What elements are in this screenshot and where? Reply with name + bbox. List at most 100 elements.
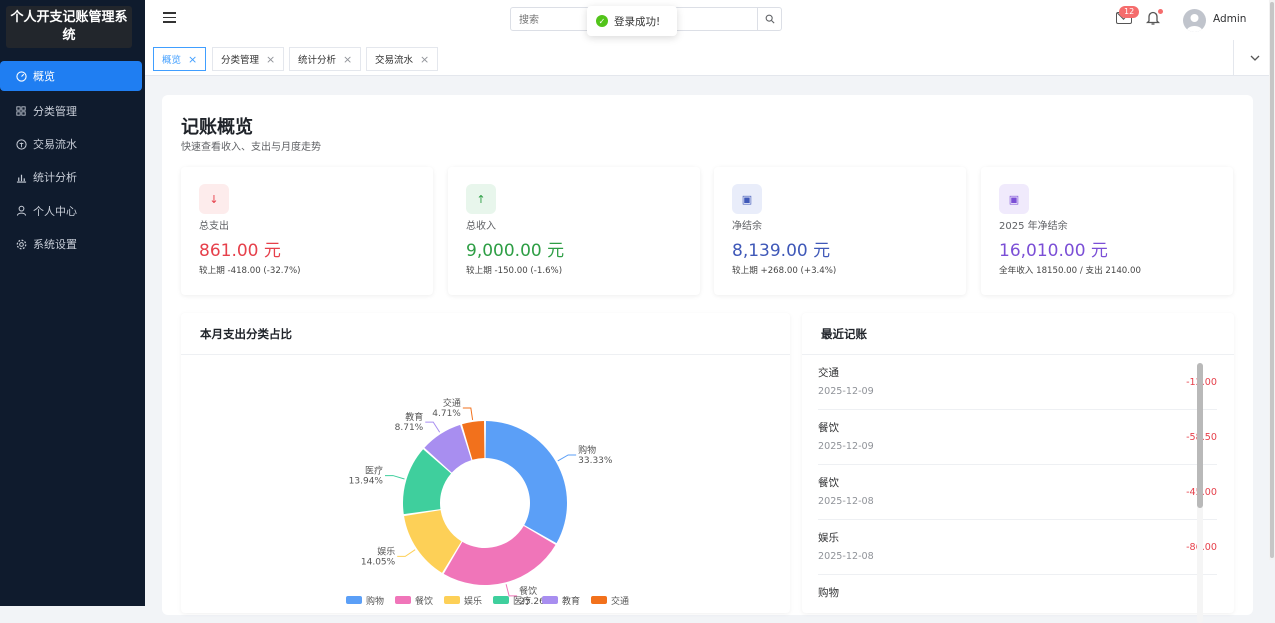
tab-statistics[interactable]: 统计分析 ×: [289, 47, 362, 71]
list-item[interactable]: 餐饮2025-12-08-45.00: [818, 465, 1217, 520]
list-scrollbar[interactable]: [1197, 363, 1203, 623]
recent-records-section: 最近记账 交通2025-12-09-12.00 餐饮2025-12-09-58.…: [802, 313, 1234, 623]
list-item[interactable]: 交通2025-12-09-12.00: [818, 355, 1217, 410]
recent-records-list: 交通2025-12-09-12.00 餐饮2025-12-09-58.50 餐饮…: [802, 355, 1234, 613]
pie-label-line: [505, 584, 518, 597]
pie-percent-label: 4.71%: [432, 409, 461, 419]
list-item[interactable]: 购物: [818, 575, 1217, 613]
tab-overview[interactable]: 概览 ×: [153, 47, 207, 71]
tabs-bar: 概览 × 分类管理 × 统计分析 × 交易流水 ×: [145, 40, 1275, 76]
tab-label: 交易流水: [375, 55, 414, 66]
close-icon[interactable]: ×: [343, 53, 352, 66]
sidebar-item-label: 个人中心: [33, 204, 77, 218]
toast-message: 登录成功!: [614, 15, 661, 28]
swap-icon: [15, 138, 27, 150]
card-label: 总支出: [199, 221, 229, 232]
login-success-toast: ✓ 登录成功!: [587, 6, 677, 36]
username[interactable]: Admin: [1213, 13, 1246, 25]
sidebar-item-transactions[interactable]: 交易流水: [0, 127, 145, 160]
card-label: 净结余: [732, 221, 762, 232]
pie-category-label: 医疗: [365, 465, 383, 477]
pie-label-line: [384, 475, 405, 480]
search-icon: [765, 14, 775, 24]
sidebar-item-overview[interactable]: 概览: [0, 61, 142, 91]
arrow-up-icon: ↑: [466, 184, 496, 214]
user-icon: [15, 205, 27, 217]
tab-transactions[interactable]: 交易流水 ×: [366, 47, 439, 71]
legend-swatch[interactable]: [493, 596, 509, 604]
close-icon[interactable]: ×: [420, 53, 429, 66]
sidebar-item-profile[interactable]: 个人中心: [0, 194, 145, 227]
sidebar-item-settings[interactable]: 系统设置: [0, 228, 145, 261]
card-value: 861.00 元: [199, 241, 281, 261]
card-label: 2025 年净结余: [999, 221, 1068, 232]
wallet-icon: ▣: [999, 184, 1029, 214]
legend-swatch[interactable]: [591, 596, 607, 604]
app-title: 个人开支记账管理系统: [6, 6, 132, 48]
mail-badge: 12: [1119, 6, 1140, 18]
card-value: 8,139.00 元: [732, 241, 831, 261]
pie-category-label: 交通: [443, 397, 461, 409]
card-note: 较上期 +268.00 (+3.4%): [732, 266, 837, 276]
pie-category-label: 购物: [578, 444, 596, 456]
tab-categories[interactable]: 分类管理 ×: [212, 47, 285, 71]
card-note: 较上期 -418.00 (-32.7%): [199, 266, 301, 276]
legend-swatch[interactable]: [346, 596, 362, 604]
search-button[interactable]: [757, 8, 781, 30]
grid-icon: [15, 105, 27, 117]
legend-label[interactable]: 交通: [611, 595, 629, 606]
top-header: ✓ 登录成功! 12 Admin: [145, 0, 1275, 40]
bar-chart-icon: [15, 171, 27, 183]
expense-pie-section: 本月支出分类占比 购物 33.33% 餐饮 25.26% 娱乐 14.05% 医疗 13.94…: [181, 313, 790, 613]
tab-label: 分类管理: [221, 55, 260, 66]
pie-label-line: [425, 421, 441, 433]
section-title: 最近记账: [802, 313, 1234, 355]
sidebar-item-statistics[interactable]: 统计分析: [0, 161, 145, 194]
sidebar-item-label: 概览: [33, 70, 55, 83]
legend-label[interactable]: 娱乐: [464, 595, 482, 606]
card-value: 9,000.00 元: [466, 241, 565, 261]
close-icon[interactable]: ×: [188, 53, 197, 66]
sidebar-nav: 概览 分类管理 交易流水 统计分析 个人中心 系统设置: [0, 61, 145, 261]
chevron-down-icon: [1250, 55, 1259, 61]
pie-category-label: 娱乐: [377, 545, 395, 557]
tab-label: 统计分析: [298, 55, 337, 66]
pie-slice-1[interactable]: [443, 525, 556, 585]
sidebar-item-categories[interactable]: 分类管理: [0, 94, 145, 127]
net-balance-card: ▣ 净结余 8,139.00 元 较上期 +268.00 (+3.4%): [714, 167, 966, 295]
sidebar: 个人开支记账管理系统 概览 分类管理 交易流水 统计分析 个人中心 系统设置: [0, 0, 145, 606]
page-title: 记账概览: [181, 117, 253, 138]
arrow-down-icon: ↓: [199, 184, 229, 214]
yearly-balance-card: ▣ 2025 年净结余 16,010.00 元 全年收入 18150.00 / …: [981, 167, 1233, 295]
legend-label[interactable]: 医疗: [513, 595, 531, 606]
pie-category-label: 教育: [405, 411, 423, 423]
card-value: 16,010.00 元: [999, 241, 1108, 261]
pie-label-line: [397, 549, 416, 557]
pie-slice-0[interactable]: [485, 421, 567, 544]
legend-label[interactable]: 教育: [562, 595, 580, 606]
card-note: 较上期 -150.00 (-1.6%): [466, 266, 563, 276]
card-note: 全年收入 18150.00 / 支出 2140.00: [999, 266, 1141, 276]
pie-percent-label: 14.05%: [361, 557, 396, 567]
pie-category-label: 餐饮: [519, 585, 537, 597]
legend-label[interactable]: 购物: [366, 595, 384, 606]
avatar[interactable]: [1183, 9, 1206, 32]
legend-label[interactable]: 餐饮: [415, 595, 433, 606]
notification-dot: [1158, 9, 1163, 14]
section-title: 本月支出分类占比: [181, 313, 790, 355]
list-item[interactable]: 餐饮2025-12-09-58.50: [818, 410, 1217, 465]
tab-label: 概览: [162, 55, 182, 66]
gear-icon: [15, 238, 27, 250]
legend-swatch[interactable]: [395, 596, 411, 604]
list-item[interactable]: 娱乐2025-12-08-86.00: [818, 520, 1217, 575]
sidebar-item-label: 交易流水: [33, 138, 77, 152]
expense-pie-chart: 购物33.33%餐饮25.26%娱乐14.05%医疗13.94%教育8.71%交…: [346, 397, 629, 606]
total-expense-card: ↓ 总支出 861.00 元 较上期 -418.00 (-32.7%): [181, 167, 433, 295]
close-icon[interactable]: ×: [266, 53, 275, 66]
menu-collapse-button[interactable]: [163, 12, 176, 25]
legend-swatch[interactable]: [542, 596, 558, 604]
page-scrollbar[interactable]: [1269, 0, 1275, 560]
legend-swatch[interactable]: [444, 596, 460, 604]
overview-panel: 记账概览 快速查看收入、支出与月度走势 ↓ 总支出 861.00 元 较上期 -…: [162, 95, 1253, 623]
pie-percent-label: 8.71%: [395, 423, 424, 433]
